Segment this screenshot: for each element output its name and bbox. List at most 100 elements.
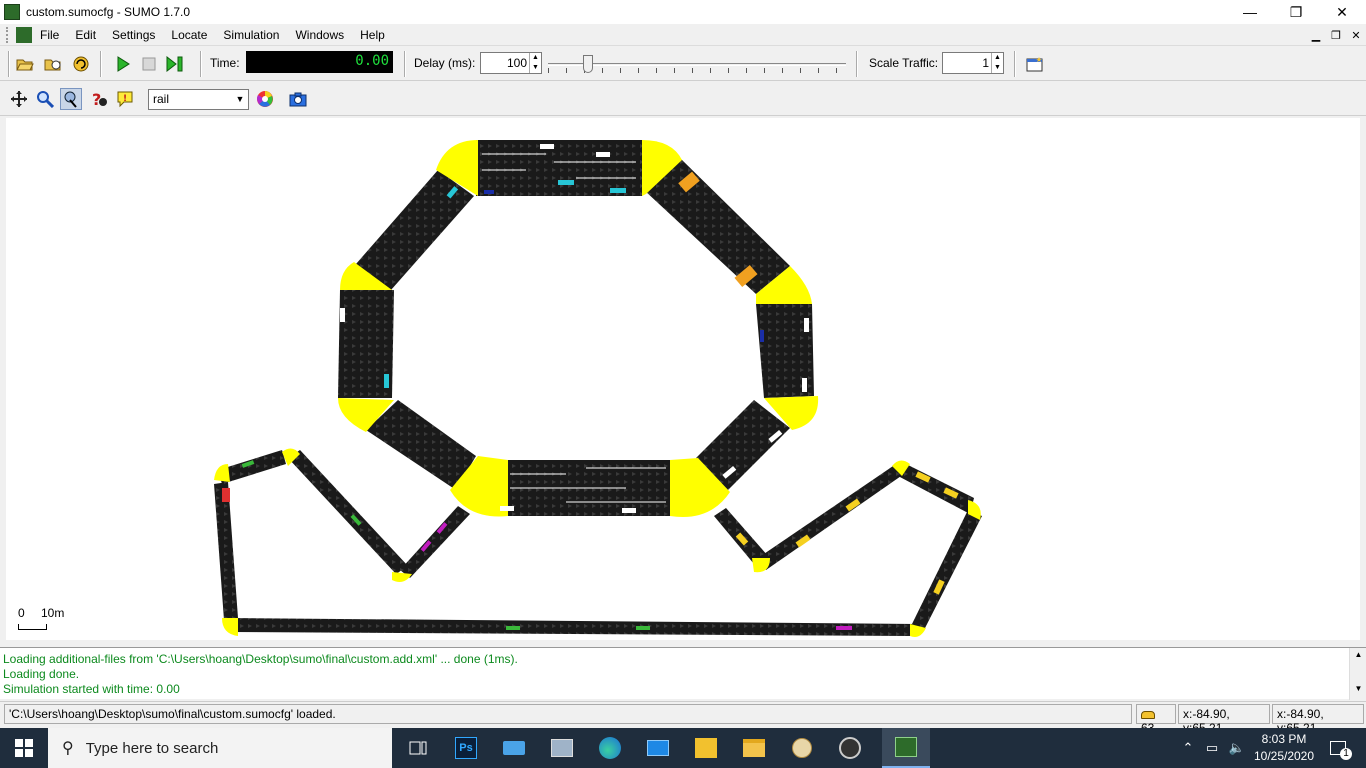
mdi-minimize-button[interactable]: ▁ [1308,27,1324,43]
road-outer [214,482,238,620]
road-top-right [644,158,790,294]
message-line: Simulation started with time: 0.00 [3,682,180,696]
menu-simulation[interactable]: Simulation [223,28,279,42]
network-status-icon[interactable]: ▭ [1200,728,1224,768]
delay-down-arrow[interactable]: ▼ [529,63,541,73]
stop-simulation-icon[interactable] [138,53,160,75]
screenshot-camera-icon[interactable] [287,88,309,110]
obs-app-icon[interactable] [826,728,874,768]
lane-markings [482,153,666,503]
menu-edit[interactable]: Edit [75,28,96,42]
open-network-icon[interactable] [42,53,64,75]
open-config-icon[interactable] [14,53,36,75]
search-icon: ⚲ [62,740,74,757]
delay-up-arrow[interactable]: ▲ [529,53,541,63]
scale-bar: 0 10m [18,606,78,634]
search-placeholder: Type here to search [85,739,219,757]
app-yellow-icon[interactable] [682,728,730,768]
vehicle [506,626,520,630]
mail-icon[interactable] [634,728,682,768]
vehicle [802,378,807,392]
delay-label: Delay (ms): [414,56,476,70]
laptop-app-icon[interactable] [490,728,538,768]
notification-center-icon[interactable]: 1 [1318,728,1358,768]
menu-settings[interactable]: Settings [112,28,155,42]
road-outer [232,618,916,636]
file-explorer-icon[interactable] [730,728,778,768]
menu-locate[interactable]: Locate [171,28,207,42]
minimize-button[interactable]: — [1227,0,1273,24]
scroll-up-arrow[interactable]: ▲ [1352,650,1365,664]
scroll-down-arrow[interactable]: ▼ [1352,684,1365,698]
menu-windows[interactable]: Windows [295,28,344,42]
menu-file[interactable]: File [40,28,59,42]
vehicle [610,188,626,193]
taskbar-clock[interactable]: 8:03 PM 10/25/2020 [1250,731,1318,765]
vehicle [340,308,345,322]
car-icon [1141,710,1155,719]
tray-overflow-icon[interactable]: ⌃ [1178,728,1198,768]
delay-spinner[interactable]: 100 ▲ ▼ [480,52,542,74]
taskbar-search-box[interactable]: ⚲ Type here to search [48,728,392,768]
cursor-coords-geo: x:-84.90, y:65.21 [1272,704,1364,735]
color-wheel-icon[interactable] [254,88,276,110]
sumo-taskbar-icon[interactable] [882,728,930,768]
recenter-view-icon[interactable] [8,88,30,110]
scale-traffic-value: 1 [982,56,989,70]
step-simulation-icon[interactable] [164,53,186,75]
vehicle [596,152,610,157]
vehicle [222,488,230,502]
road-bottom-left [366,400,476,490]
message-scrollbar[interactable]: ▲ ▼ [1349,648,1366,700]
monitor-app-icon[interactable] [538,728,586,768]
close-button[interactable]: ✕ [1319,0,1365,24]
svg-text:!: ! [123,94,127,104]
windows-taskbar: ⚲ Type here to search Ps ⌃ ▭ 🔈 8:03 PM 1… [0,728,1366,768]
toolbar-separator [200,51,202,77]
vehicle [384,374,389,388]
zoom-icon[interactable] [34,88,56,110]
vehicle [540,144,554,149]
tooltip-icon[interactable]: ! [114,88,136,110]
scale-traffic-spinner[interactable]: 1 ▲ ▼ [942,52,1004,74]
time-display: 0.00 [246,51,393,73]
menu-help[interactable]: Help [360,28,385,42]
mdi-restore-button[interactable]: ❐ [1328,27,1344,43]
scale-down-arrow[interactable]: ▼ [991,63,1003,73]
scale-bar-zero: 0 [18,606,25,620]
color-scheme-value: rail [153,92,170,106]
chevron-down-icon[interactable]: ▼ [232,90,248,109]
scale-up-arrow[interactable]: ▲ [991,53,1003,63]
vehicle [836,626,852,630]
road-outer [758,464,904,570]
delay-value: 100 [506,56,527,70]
delay-slider-thumb[interactable] [583,55,593,73]
mdi-child-icon[interactable] [16,26,32,43]
color-scheme-select[interactable]: rail ▼ [148,89,249,110]
locate-junction-icon[interactable] [60,88,82,110]
clock-date: 10/25/2020 [1253,749,1315,763]
cursor-coords: x:-84.90, y:65.21 [1178,704,1270,735]
road-top [476,140,642,196]
reload-icon[interactable] [70,53,92,75]
edge-browser-icon[interactable] [586,728,634,768]
time-label: Time: [210,56,240,70]
junction [752,558,770,573]
menubar-grip[interactable] [6,26,10,43]
windows-logo-icon [15,739,33,757]
volume-icon[interactable]: 🔈 [1226,728,1248,768]
sumo-app-icon [4,4,20,20]
start-button[interactable] [0,728,48,768]
query-icon[interactable]: ? [88,88,110,110]
maximize-button[interactable]: ❐ [1273,0,1319,24]
window-title: custom.sumocfg - SUMO 1.7.0 [26,5,191,19]
message-window[interactable]: Loading additional-files from 'C:\Users\… [0,647,1366,700]
network-canvas[interactable]: 0 10m [6,118,1360,640]
delay-slider[interactable] [548,52,846,74]
new-view-icon[interactable] [1024,53,1046,75]
photoshop-icon[interactable]: Ps [442,728,490,768]
run-simulation-icon[interactable] [112,53,134,75]
paint-app-icon[interactable] [778,728,826,768]
task-view-icon[interactable] [394,728,442,768]
mdi-close-button[interactable]: ✕ [1348,27,1364,43]
